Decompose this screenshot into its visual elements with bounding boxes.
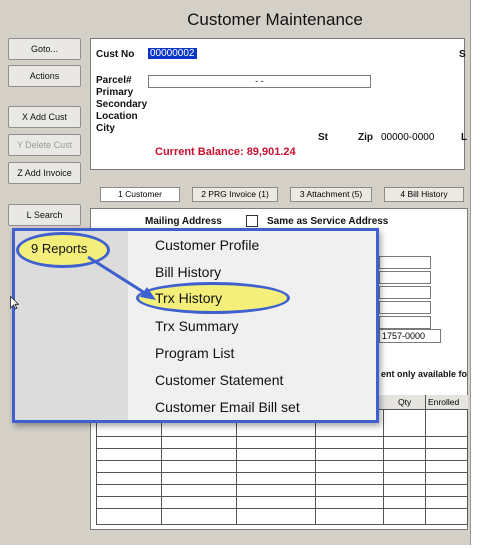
callout-arrow-line [87, 255, 149, 297]
torn-edge-decoration [472, 0, 481, 548]
mouse-cursor-icon [10, 296, 19, 310]
callout-arrow [87, 255, 156, 300]
callout-arrowhead [140, 287, 156, 300]
